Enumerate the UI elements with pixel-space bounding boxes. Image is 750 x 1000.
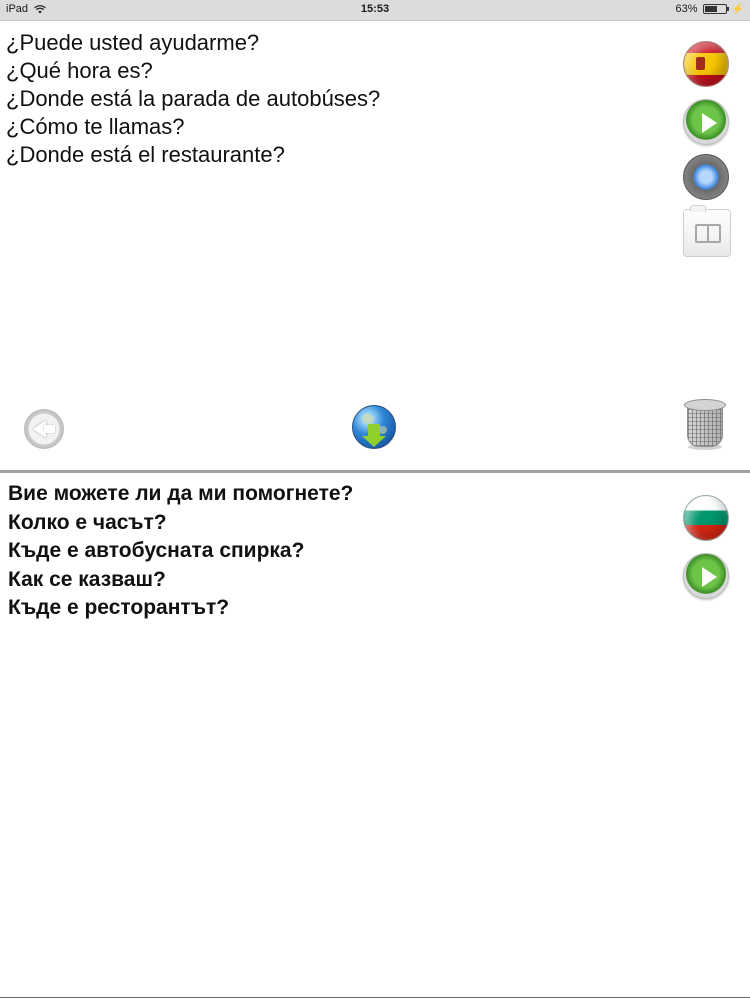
target-phrase[interactable]: Къде е ресторантът? [8, 594, 353, 623]
target-phrase-list: Вие можете ли да ми помогнете? Колко е ч… [8, 480, 353, 623]
bottom-border [0, 997, 750, 998]
bulgaria-flag-icon[interactable] [683, 495, 729, 541]
back-button[interactable] [24, 409, 64, 449]
source-phrase[interactable]: ¿Donde está la parada de autobúses? [6, 85, 380, 113]
book-icon [695, 224, 721, 243]
target-phrase[interactable]: Вие можете ли да ми помогнете? [8, 480, 353, 509]
play-target-button[interactable] [683, 553, 729, 599]
spain-flag-icon[interactable] [683, 41, 729, 87]
source-phrase[interactable]: ¿Qué hora es? [6, 57, 380, 85]
battery-percent: 63% [675, 3, 698, 15]
download-arrow-icon [362, 424, 386, 447]
source-phrase-panel: ¿Puede usted ayudarme? ¿Qué hora es? ¿Do… [0, 21, 750, 470]
source-phrase[interactable]: ¿Puede usted ayudarme? [6, 29, 380, 57]
globe-download-button[interactable] [352, 405, 396, 449]
panel-divider [0, 470, 750, 473]
charging-bolt-icon: ⚡ [731, 3, 744, 15]
record-button[interactable] [683, 154, 729, 200]
source-phrase[interactable]: ¿Cómo te llamas? [6, 113, 380, 141]
battery-icon [702, 4, 729, 14]
phrasebook-folder-icon[interactable] [683, 205, 731, 257]
play-source-button[interactable] [683, 99, 729, 145]
source-phrase-list: ¿Puede usted ayudarme? ¿Qué hora es? ¿Do… [6, 29, 380, 169]
target-phrase[interactable]: Къде е автобусната спирка? [8, 537, 353, 566]
trash-button[interactable] [682, 399, 728, 451]
play-icon [702, 113, 717, 133]
target-phrase[interactable]: Колко е часът? [8, 509, 353, 538]
play-icon [702, 567, 717, 587]
flag-crest [696, 57, 705, 70]
status-bar: iPad 15:53 63% ⚡ [0, 0, 750, 21]
trash-icon [687, 405, 723, 447]
clock: 15:53 [360, 3, 390, 15]
target-phrase[interactable]: Как се казваш? [8, 566, 353, 595]
target-phrase-panel: Вие можете ли да ми помогнете? Колко е ч… [0, 474, 750, 994]
globe-icon [362, 414, 374, 424]
source-phrase[interactable]: ¿Donde está el restaurante? [6, 141, 380, 169]
